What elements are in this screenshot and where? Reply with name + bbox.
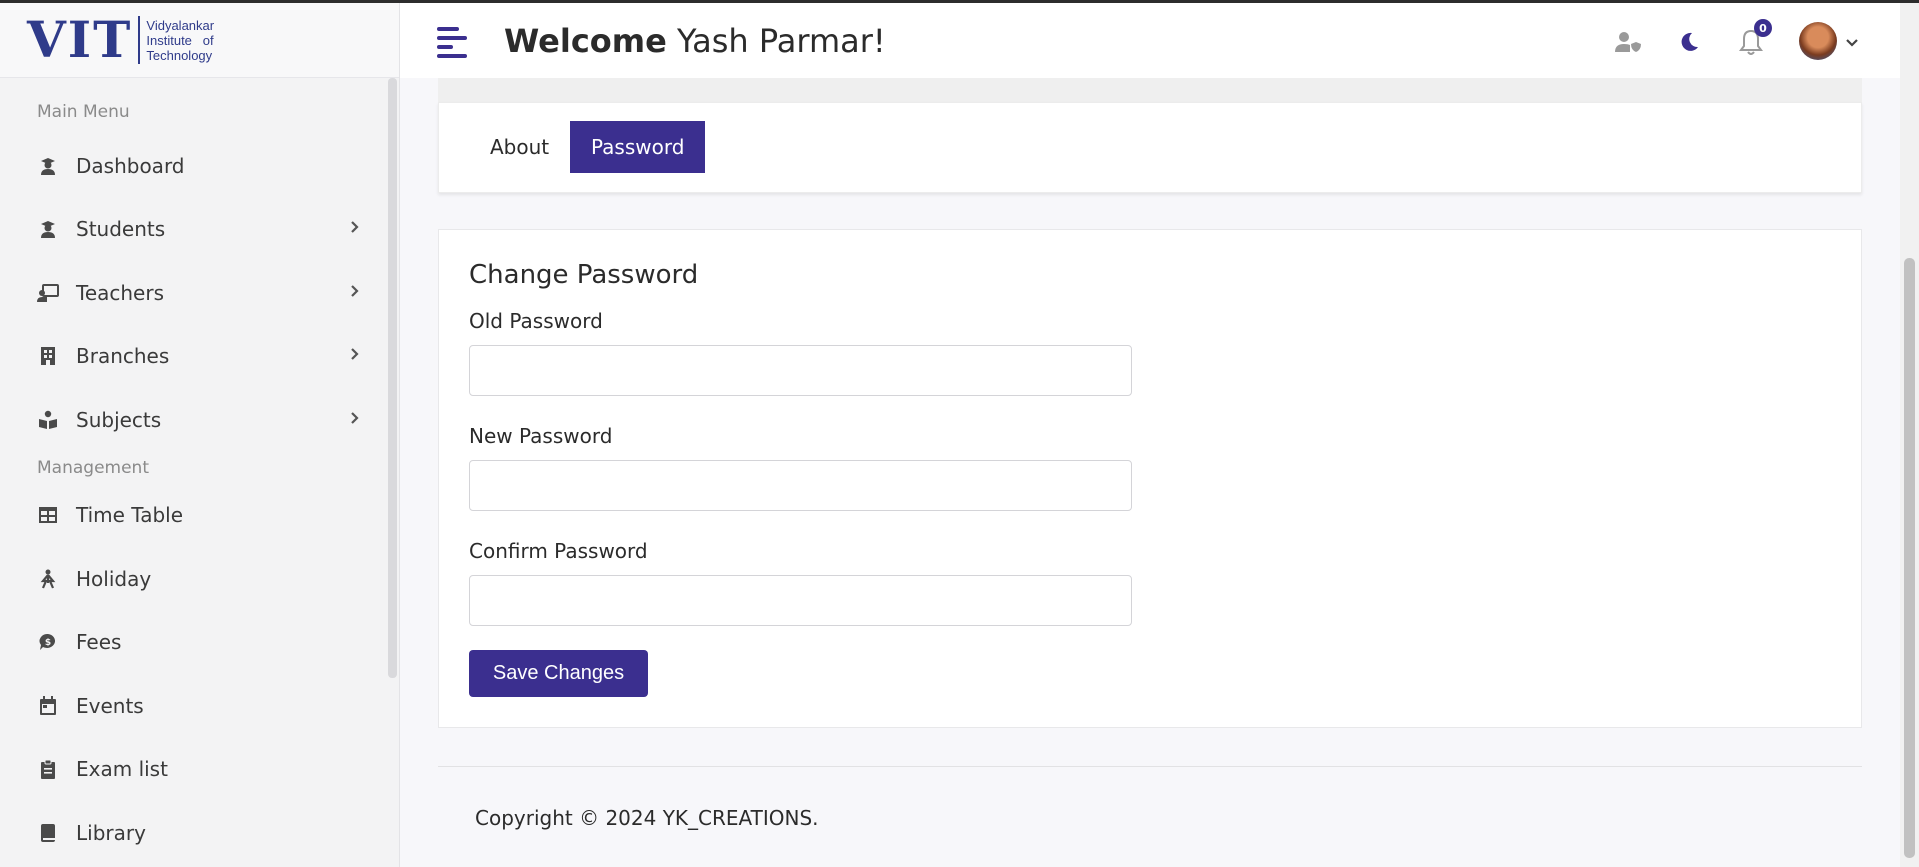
- notification-badge: 0: [1754, 19, 1772, 37]
- comment-dollar-icon: $: [37, 631, 59, 653]
- sidebar-item-library[interactable]: Library: [0, 801, 399, 865]
- sidebar-item-label: Exam list: [76, 757, 168, 782]
- chevron-right-icon: [350, 284, 359, 302]
- bell-icon[interactable]: 0: [1736, 19, 1772, 57]
- profile-tabs: About Password: [438, 102, 1862, 193]
- user-name: Yash Parmar!: [677, 22, 886, 60]
- sidebar-item-label: Students: [76, 217, 166, 242]
- user-graduate-icon: [37, 155, 59, 177]
- menu-toggle-icon[interactable]: [437, 27, 467, 58]
- holiday-icon: [37, 568, 59, 590]
- welcome-label: Welcome: [504, 22, 667, 60]
- chevron-right-icon: [350, 220, 359, 238]
- sidebar-item-label: Fees: [76, 630, 122, 655]
- tab-about[interactable]: About: [469, 121, 570, 173]
- old-password-label: Old Password: [469, 309, 603, 333]
- sidebar-item-label: Branches: [76, 344, 170, 369]
- chevron-down-icon[interactable]: [1837, 28, 1867, 58]
- building-icon: [37, 345, 59, 367]
- menu-section-management: Management: [37, 457, 149, 478]
- chevron-right-icon: [350, 411, 359, 429]
- logo-divider: [138, 16, 141, 64]
- user-graduate-icon: [37, 218, 59, 240]
- form-title: Change Password: [469, 260, 699, 290]
- logo-text-line1: Vidyalankar: [146, 17, 215, 33]
- sidebar-menu: Main Menu Dashboard Students Teachers Br…: [0, 78, 399, 865]
- sidebar-item-label: Subjects: [76, 407, 162, 432]
- sidebar-item-teachers[interactable]: Teachers: [0, 261, 399, 325]
- new-password-input[interactable]: [469, 460, 1132, 511]
- user-shield-icon[interactable]: [1613, 27, 1643, 57]
- book-icon: [37, 822, 59, 844]
- sidebar-item-label: Library: [76, 820, 146, 845]
- sidebar-item-label: Time Table: [76, 503, 184, 528]
- save-changes-button[interactable]: Save Changes: [469, 650, 648, 697]
- change-password-card: Change Password Old Password New Passwor…: [438, 229, 1862, 728]
- old-password-input[interactable]: [469, 345, 1132, 396]
- sidebar-item-subjects[interactable]: Subjects: [0, 388, 399, 452]
- confirm-password-input[interactable]: [469, 575, 1132, 626]
- logo-text-line2: Institute of: [146, 32, 214, 48]
- table-icon: [37, 504, 59, 526]
- tab-password[interactable]: Password: [570, 121, 706, 173]
- page-scrollbar[interactable]: [1900, 3, 1919, 867]
- menu-section-main: Main Menu: [37, 102, 130, 122]
- profile-header-strip: [438, 78, 1862, 102]
- sidebar-item-fees[interactable]: $ Fees: [0, 611, 399, 675]
- footer-divider: [438, 766, 1862, 767]
- sidebar-item-label: Holiday: [76, 566, 152, 591]
- chalkboard-teacher-icon: [37, 282, 59, 304]
- avatar[interactable]: [1799, 22, 1837, 60]
- confirm-password-label: Confirm Password: [469, 539, 648, 563]
- sidebar-item-label: Events: [76, 693, 144, 718]
- footer-copyright: Copyright © 2024 YK_CREATIONS.: [475, 806, 819, 830]
- logo-text-line3: Technology: [146, 47, 213, 63]
- moon-icon[interactable]: [1674, 27, 1704, 57]
- welcome-heading: Welcome Yash Parmar!: [504, 22, 886, 60]
- sidebar-item-exam-list[interactable]: Exam list: [0, 738, 399, 802]
- book-reader-icon: [37, 409, 59, 431]
- sidebar-item-dashboard[interactable]: Dashboard: [0, 134, 399, 198]
- top-header: Welcome Yash Parmar! 0: [400, 3, 1900, 78]
- sidebar-item-label: Teachers: [76, 280, 164, 305]
- clipboard-list-icon: [37, 758, 59, 780]
- sidebar-item-label: Dashboard: [76, 153, 185, 178]
- sidebar: VIT Vidyalankar Institute of Technology …: [0, 3, 400, 867]
- sidebar-scrollbar[interactable]: [388, 78, 397, 678]
- new-password-label: New Password: [469, 424, 613, 448]
- logo-text: Vidyalankar Institute of Technology: [146, 18, 214, 63]
- svg-text:$: $: [45, 638, 51, 648]
- sidebar-item-events[interactable]: Events: [0, 674, 399, 738]
- sidebar-item-holiday[interactable]: Holiday: [0, 547, 399, 611]
- sidebar-item-branches[interactable]: Branches: [0, 325, 399, 389]
- sidebar-item-time-table[interactable]: Time Table: [0, 484, 399, 548]
- calendar-icon: [37, 695, 59, 717]
- chevron-right-icon: [350, 347, 359, 365]
- sidebar-item-students[interactable]: Students: [0, 198, 399, 262]
- page-scrollbar-thumb[interactable]: [1904, 258, 1915, 858]
- logo[interactable]: VIT Vidyalankar Institute of Technology: [0, 3, 399, 78]
- logo-mark: VIT: [27, 10, 133, 69]
